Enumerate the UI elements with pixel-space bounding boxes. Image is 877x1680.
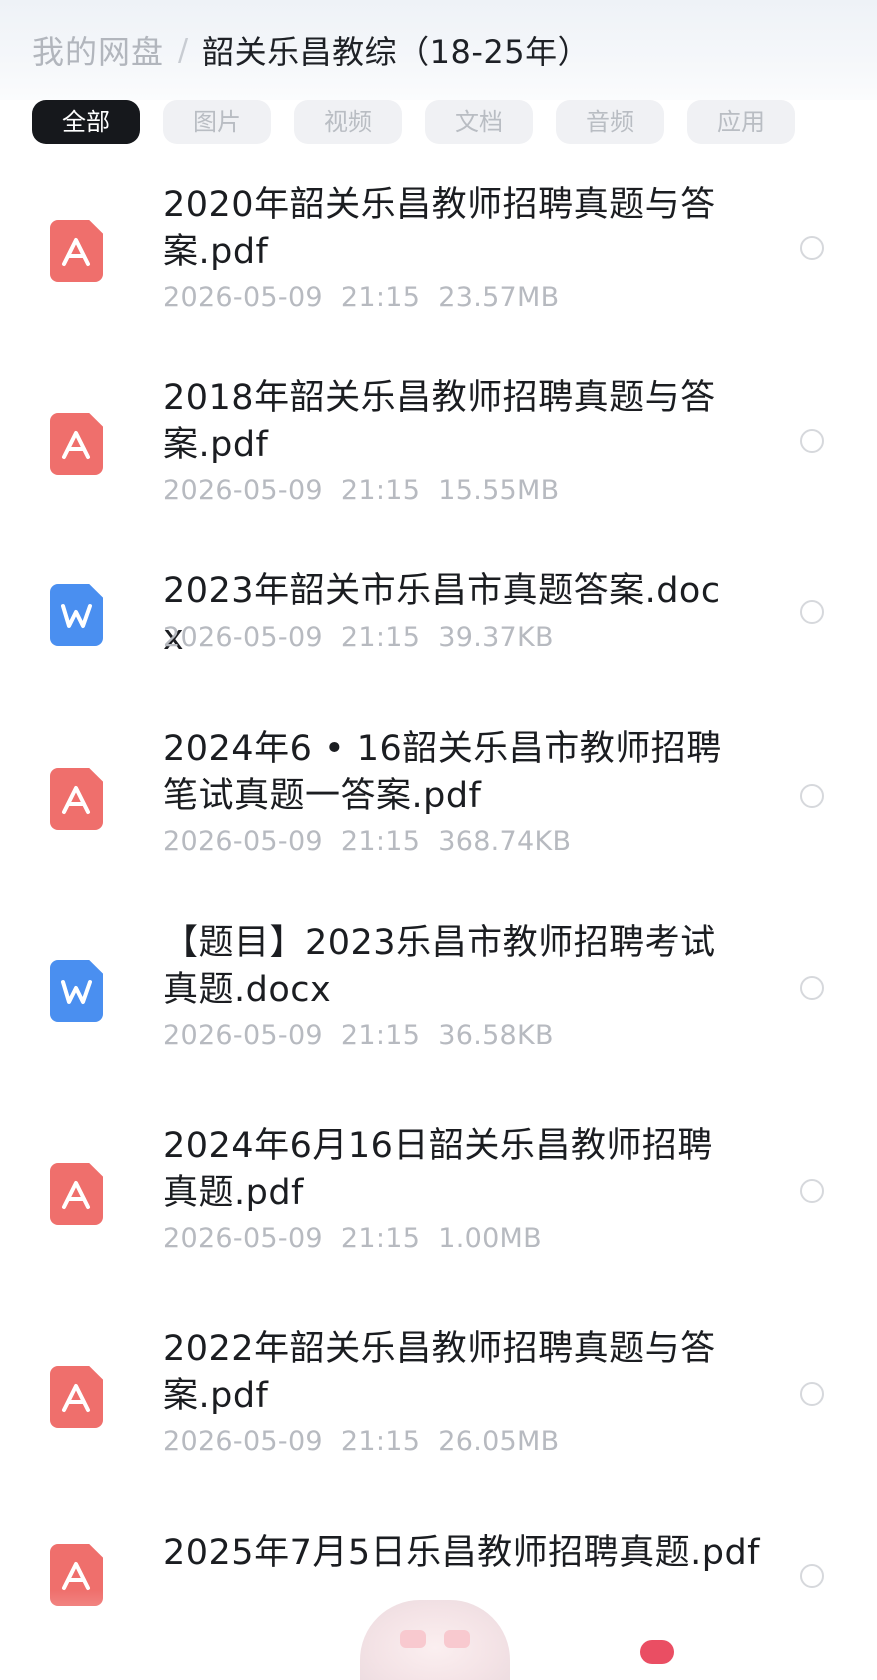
pdf-file-icon — [50, 413, 103, 475]
pdf-file-icon — [50, 1163, 103, 1225]
filter-chip-apps[interactable]: 应用 — [687, 100, 795, 144]
file-time: 21:15 — [340, 1426, 421, 1457]
file-name: 2024年6月16日韶关乐昌教师招聘真题.pdf — [163, 1126, 713, 1213]
select-checkbox[interactable] — [800, 976, 824, 1000]
file-time: 21:15 — [340, 282, 421, 313]
file-date: 2026-05-09 — [163, 622, 323, 653]
file-time: 21:15 — [340, 826, 421, 857]
file-meta: 2026-05-09 21:15 15.55MB — [163, 475, 577, 506]
file-size: 39.37KB — [438, 622, 554, 653]
file-size: 1.00MB — [438, 1223, 542, 1254]
file-date: 2026-05-09 — [163, 1426, 323, 1457]
select-checkbox[interactable] — [800, 1564, 824, 1588]
file-date: 2026-05-09 — [163, 826, 323, 857]
file-meta: 2026-05-09 21:15 26.05MB — [163, 1426, 577, 1457]
file-size: 23.57MB — [438, 282, 560, 313]
select-checkbox[interactable] — [800, 600, 824, 624]
notification-badge — [640, 1640, 674, 1664]
word-file-icon — [50, 960, 103, 1022]
file-time: 21:15 — [340, 1223, 421, 1254]
breadcrumb-root-link[interactable]: 我的网盘 — [32, 27, 164, 73]
word-file-icon — [50, 584, 103, 646]
filter-chip-audio[interactable]: 音频 — [556, 100, 664, 144]
filter-chip-images[interactable]: 图片 — [163, 100, 271, 144]
mascot-eye — [444, 1630, 470, 1648]
file-date: 2026-05-09 — [163, 1223, 323, 1254]
file-time: 21:15 — [340, 1020, 421, 1051]
file-name: 2022年韶关乐昌教师招聘真题与答案.pdf — [163, 1329, 716, 1416]
select-checkbox[interactable] — [800, 784, 824, 808]
file-size: 368.74KB — [438, 826, 572, 857]
file-size: 15.55MB — [438, 475, 560, 506]
select-checkbox[interactable] — [800, 1179, 824, 1203]
file-meta: 2026-05-09 21:15 39.37KB — [163, 622, 572, 653]
breadcrumb: 我的网盘 / 韶关乐昌教综（18-25年） — [0, 0, 877, 100]
file-date: 2026-05-09 — [163, 475, 323, 506]
select-checkbox[interactable] — [800, 236, 824, 260]
file-time: 21:15 — [340, 622, 421, 653]
mascot-eye — [400, 1630, 426, 1648]
file-date: 2026-05-09 — [163, 282, 323, 313]
breadcrumb-separator: / — [178, 32, 189, 68]
file-name: 2018年韶关乐昌教师招聘真题与答案.pdf — [163, 378, 716, 465]
filter-chip-documents[interactable]: 文档 — [425, 100, 533, 144]
file-meta: 2026-05-09 21:15 368.74KB — [163, 826, 589, 857]
filter-chip-videos[interactable]: 视频 — [294, 100, 402, 144]
select-checkbox[interactable] — [800, 429, 824, 453]
file-size: 36.58KB — [438, 1020, 554, 1051]
pdf-file-icon — [50, 220, 103, 282]
filter-chip-all[interactable]: 全部 — [32, 100, 140, 144]
file-name: 2024年6 • 16韶关乐昌市教师招聘笔试真题一答案.pdf — [163, 729, 722, 816]
file-date: 2026-05-09 — [163, 1020, 323, 1051]
file-name: 2025年7月5日乐昌教师招聘真题.pdf — [163, 1533, 760, 1573]
file-name: 【题目】2023乐昌市教师招聘考试真题.docx — [163, 923, 716, 1010]
file-meta: 2026-05-09 21:15 23.57MB — [163, 282, 577, 313]
file-meta: 2026-05-09 21:15 1.00MB — [163, 1223, 560, 1254]
file-size: 26.05MB — [438, 1426, 560, 1457]
pdf-file-icon — [50, 1366, 103, 1428]
file-meta: 2026-05-09 21:15 36.58KB — [163, 1020, 572, 1051]
select-checkbox[interactable] — [800, 1382, 824, 1406]
file-name: 2020年韶关乐昌教师招聘真题与答案.pdf — [163, 185, 716, 272]
file-time: 21:15 — [340, 475, 421, 506]
breadcrumb-current-folder: 韶关乐昌教综（18-25年） — [202, 33, 591, 71]
pdf-file-icon — [50, 768, 103, 830]
